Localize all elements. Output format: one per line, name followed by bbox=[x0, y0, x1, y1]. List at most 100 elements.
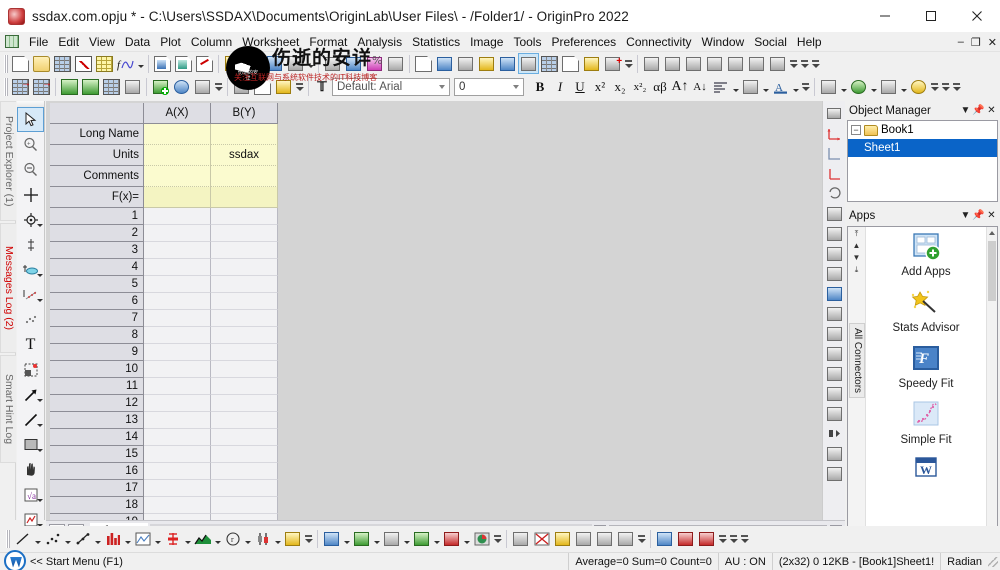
theme-gallery-button[interactable] bbox=[552, 529, 573, 550]
statistics-on-columns-button[interactable] bbox=[662, 53, 683, 74]
regional-mask-tool[interactable] bbox=[17, 282, 44, 307]
object-manager-pin-icon[interactable]: 📌 bbox=[972, 105, 985, 116]
pie-chart-button[interactable] bbox=[471, 529, 492, 550]
layer-management-button[interactable] bbox=[455, 53, 476, 74]
menu-item-preferences[interactable]: Preferences bbox=[546, 33, 621, 51]
align-button[interactable] bbox=[710, 77, 731, 98]
superscript-button[interactable]: x² bbox=[590, 77, 610, 97]
save-project-button[interactable] bbox=[222, 53, 243, 74]
doc-restore-button[interactable]: ❐ bbox=[971, 36, 981, 49]
toolbar-overflow-button-3[interactable] bbox=[799, 53, 810, 74]
cell-r10-c2[interactable] bbox=[211, 361, 278, 378]
sort-worksheet-button[interactable] bbox=[683, 53, 704, 74]
equation-caret[interactable] bbox=[37, 499, 43, 502]
error-bar-caret[interactable] bbox=[183, 529, 192, 550]
align-layers-button[interactable] bbox=[573, 529, 594, 550]
new-notes-button[interactable] bbox=[560, 53, 581, 74]
row-header-13[interactable]: 13 bbox=[50, 412, 144, 429]
toolbar-overflow-button-10[interactable] bbox=[951, 77, 962, 98]
row-header-10[interactable]: 10 bbox=[50, 361, 144, 378]
3d-scatter-caret[interactable] bbox=[402, 529, 411, 550]
row-header-11[interactable]: 11 bbox=[50, 378, 144, 395]
underline-button[interactable]: U bbox=[570, 77, 590, 97]
menu-item-worksheet[interactable]: Worksheet bbox=[237, 33, 304, 51]
line-tool[interactable] bbox=[17, 407, 44, 432]
add-column-button[interactable]: + bbox=[602, 53, 623, 74]
open-excel-button[interactable] bbox=[173, 53, 194, 74]
font-name-combo[interactable]: Default: Arial bbox=[332, 78, 450, 96]
worksheet-row[interactable]: 15 bbox=[50, 446, 278, 463]
line-plot-caret[interactable] bbox=[33, 529, 42, 550]
fill-area-plot-button[interactable] bbox=[192, 529, 213, 550]
area-plot-caret[interactable] bbox=[153, 529, 162, 550]
scatter-plot-button[interactable] bbox=[42, 529, 63, 550]
merge-graph-button[interactable] bbox=[476, 53, 497, 74]
column-plot-caret[interactable] bbox=[123, 529, 132, 550]
font-size-combo[interactable]: 0 bbox=[454, 78, 524, 96]
app-item-stats-advisor[interactable]: Stats Advisor bbox=[866, 289, 986, 335]
lighting-button[interactable] bbox=[908, 77, 929, 98]
minimize-button[interactable] bbox=[862, 0, 908, 32]
object-manager-close-icon[interactable]: ✕ bbox=[985, 105, 998, 116]
worksheet-row[interactable]: 11 bbox=[50, 378, 278, 395]
cell-r4-c2[interactable] bbox=[211, 259, 278, 276]
row-header-12[interactable]: 12 bbox=[50, 395, 144, 412]
worksheet-row[interactable]: 14 bbox=[50, 429, 278, 446]
delete-layer-button[interactable] bbox=[531, 529, 552, 550]
graph-toolbar-overflow[interactable] bbox=[303, 529, 314, 550]
cell-r10-c1[interactable] bbox=[144, 361, 211, 378]
app-center-button[interactable] bbox=[581, 53, 602, 74]
worksheet-row[interactable]: 18 bbox=[50, 497, 278, 514]
axis-gray-icon[interactable] bbox=[825, 144, 844, 163]
area-plot-button[interactable] bbox=[132, 529, 153, 550]
duplicate-sheet-button[interactable] bbox=[192, 77, 213, 98]
cell-r6-c1[interactable] bbox=[144, 293, 211, 310]
row-header-15[interactable]: 15 bbox=[50, 446, 144, 463]
clone-import-button[interactable] bbox=[122, 77, 143, 98]
image-plot-button[interactable] bbox=[441, 529, 462, 550]
3d-surface-caret[interactable] bbox=[342, 529, 351, 550]
cell-fx-b[interactable] bbox=[211, 187, 278, 208]
toolbar-overflow-button-9[interactable] bbox=[940, 77, 951, 98]
new-folder-button[interactable] bbox=[31, 53, 52, 74]
menu-item-view[interactable]: View bbox=[84, 33, 120, 51]
error-bar-plot-button[interactable] bbox=[162, 529, 183, 550]
3d-colormap-caret[interactable] bbox=[372, 529, 381, 550]
hand-tool[interactable] bbox=[17, 457, 44, 482]
zoom-out-tool[interactable] bbox=[17, 157, 44, 182]
sum-button[interactable] bbox=[641, 53, 662, 74]
cell-units-b[interactable]: ssdax bbox=[211, 145, 278, 166]
cell-r17-c2[interactable] bbox=[211, 480, 278, 497]
worksheet-row[interactable]: 16 bbox=[50, 463, 278, 480]
export-caret[interactable] bbox=[306, 53, 315, 74]
start-menu-label[interactable]: << Start Menu (F1) bbox=[30, 556, 123, 568]
graph-toolbar-overflow-6[interactable] bbox=[739, 529, 750, 550]
meta-label-comments[interactable]: Comments bbox=[50, 166, 144, 187]
new-matrix-button[interactable] bbox=[94, 53, 115, 74]
screen-reader-tool[interactable] bbox=[17, 182, 44, 207]
cell-r11-c1[interactable] bbox=[144, 378, 211, 395]
toolbar-overflow-button-5[interactable] bbox=[213, 77, 224, 98]
increase-font-button[interactable]: A↑ bbox=[670, 77, 690, 97]
object-manager-tree[interactable]: − Book1 Sheet1 bbox=[847, 120, 998, 202]
send-graph-button[interactable] bbox=[364, 53, 385, 74]
maximize-button[interactable] bbox=[908, 0, 954, 32]
worksheet-row[interactable]: 5 bbox=[50, 276, 278, 293]
font-color-button[interactable]: A bbox=[770, 77, 791, 98]
worksheet-menu-icon[interactable] bbox=[5, 35, 19, 48]
worksheet-row[interactable]: 4 bbox=[50, 259, 278, 276]
column-header-a[interactable]: A(X) bbox=[144, 103, 211, 124]
import-multiple-button[interactable] bbox=[80, 77, 101, 98]
cell-r15-c1[interactable] bbox=[144, 446, 211, 463]
cell-r3-c1[interactable] bbox=[144, 242, 211, 259]
cell-r5-c2[interactable] bbox=[211, 276, 278, 293]
rotate-right-button[interactable] bbox=[675, 529, 696, 550]
tick-top-icon[interactable] bbox=[825, 324, 844, 343]
menu-item-tools[interactable]: Tools bbox=[508, 33, 546, 51]
axis-red2-icon[interactable] bbox=[825, 164, 844, 183]
tilt-button[interactable] bbox=[696, 529, 717, 550]
column-width-caret[interactable] bbox=[761, 77, 770, 98]
row-header-18[interactable]: 18 bbox=[50, 497, 144, 514]
regional-mask-caret[interactable] bbox=[37, 299, 43, 302]
row-header-1[interactable]: 1 bbox=[50, 208, 144, 225]
